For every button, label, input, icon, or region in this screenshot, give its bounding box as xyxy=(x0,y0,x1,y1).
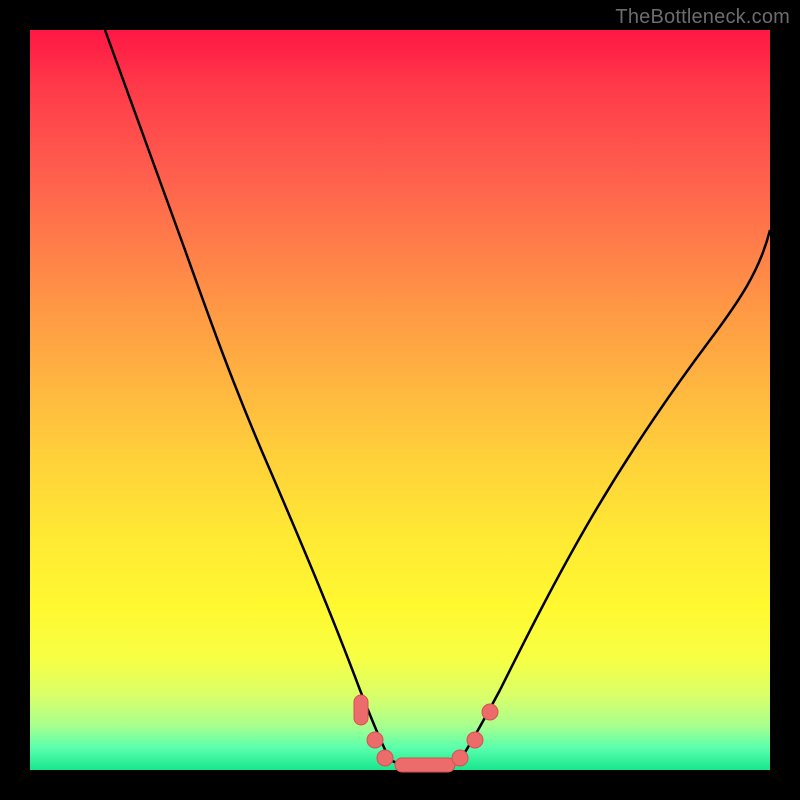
watermark-text: TheBottleneck.com xyxy=(615,6,790,29)
gradient-plot-area xyxy=(30,30,770,770)
outer-frame: TheBottleneck.com xyxy=(0,0,800,800)
